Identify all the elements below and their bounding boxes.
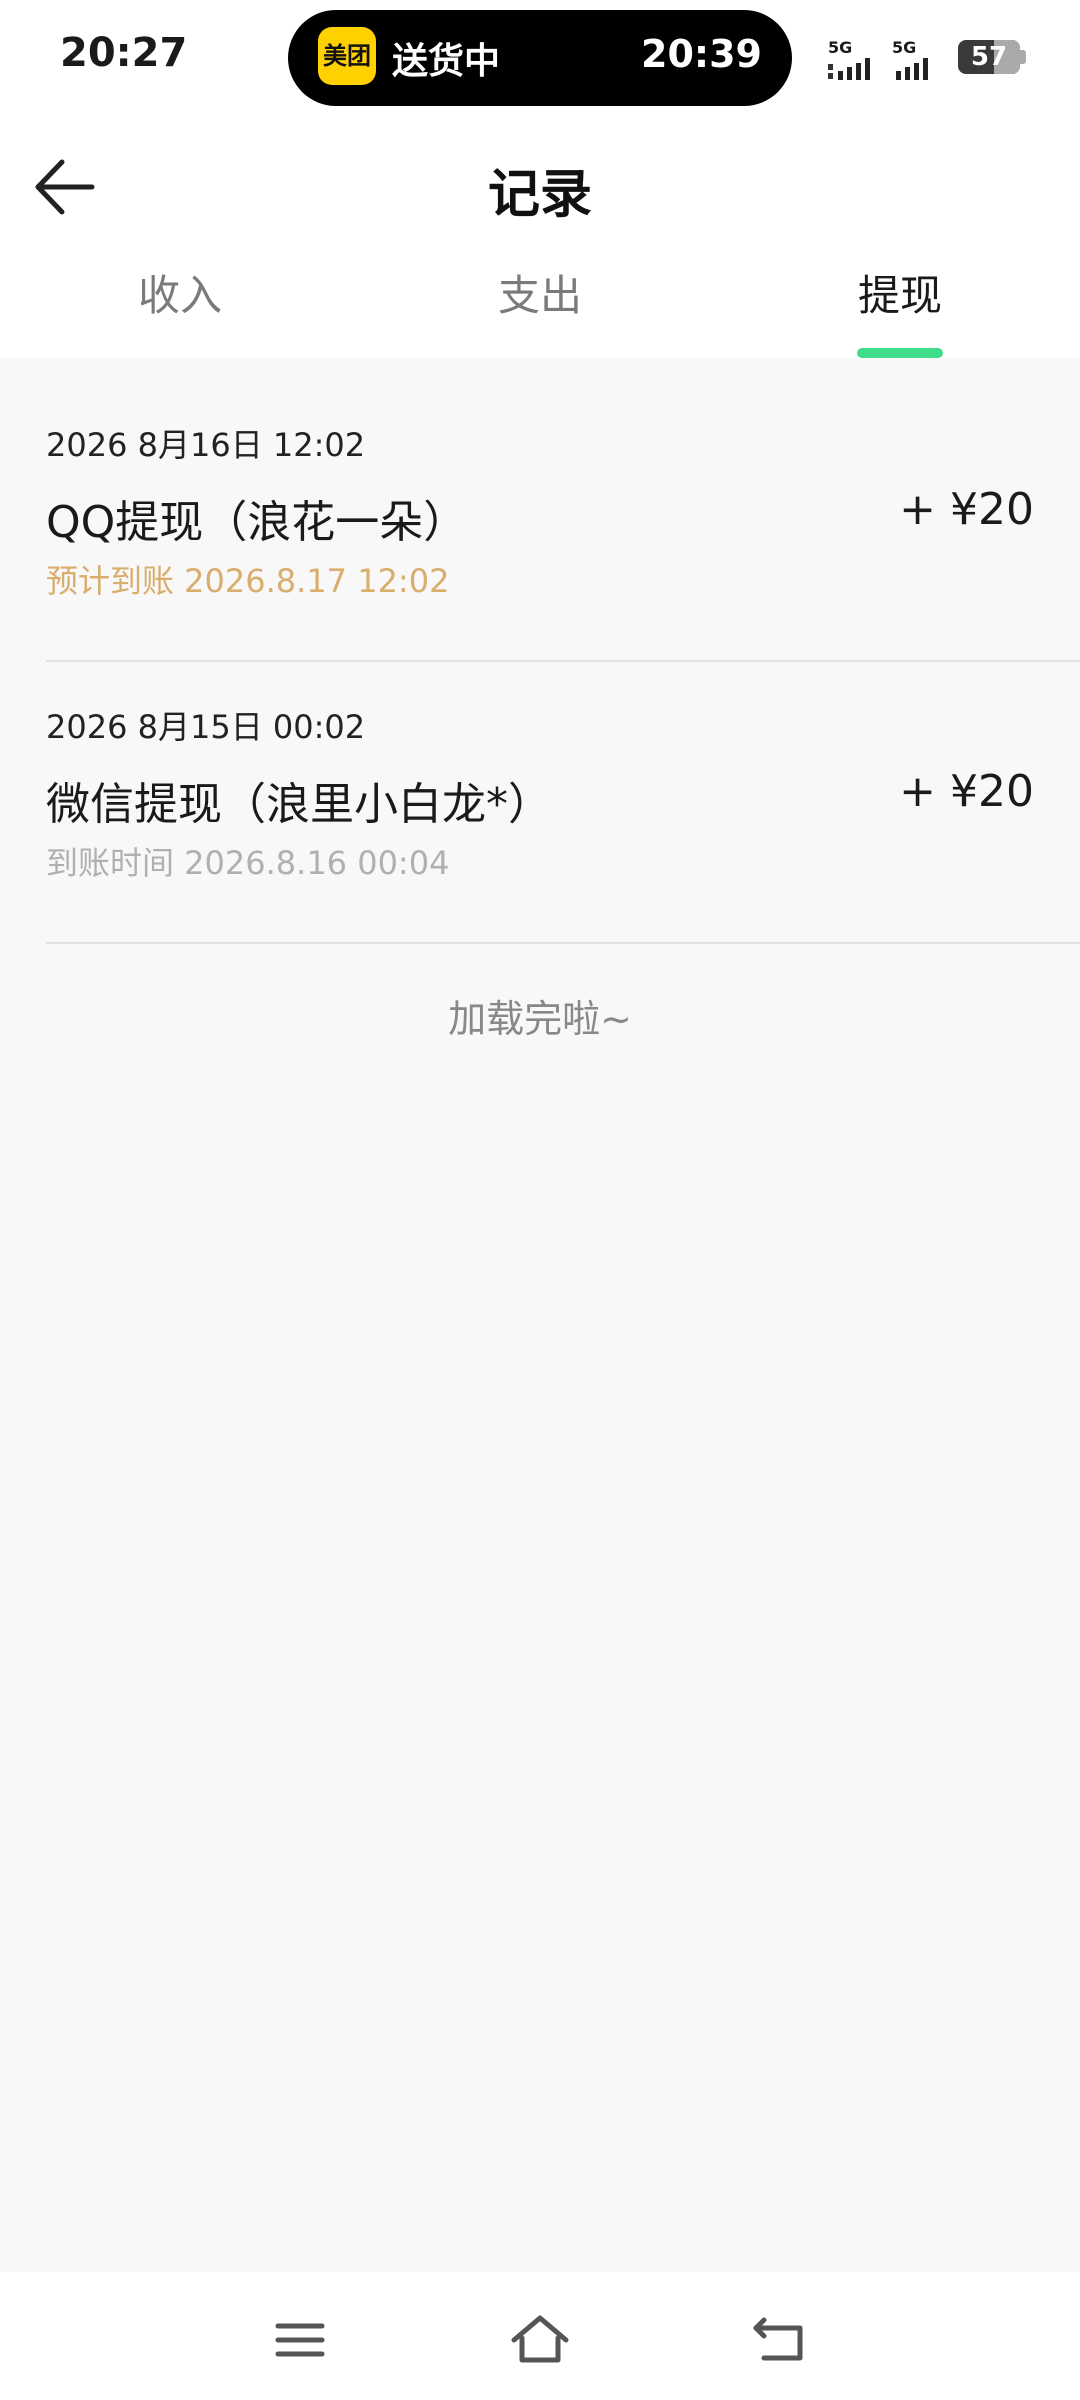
island-status-text: 送货中 <box>392 41 501 82</box>
menu-icon <box>275 2323 325 2357</box>
battery-icon: 57 <box>958 40 1020 74</box>
back-icon <box>753 2317 803 2361</box>
tab-expense[interactable]: 支出 <box>440 262 640 323</box>
system-nav-bar <box>0 2272 1080 2400</box>
home-icon <box>511 2315 569 2363</box>
back-button[interactable] <box>30 152 100 222</box>
back-nav-button[interactable] <box>750 2312 810 2368</box>
active-tab-indicator <box>857 348 943 358</box>
tab-income[interactable]: 收入 <box>80 262 280 323</box>
record-amount: + ¥20 <box>899 484 1034 535</box>
menu-button[interactable] <box>270 2312 330 2368</box>
record-expected-arrival: 预计到账 2026.8.17 12:02 <box>46 562 450 600</box>
battery-level: 57 <box>970 42 1008 72</box>
record-date: 2026 8月15日 00:02 <box>46 708 366 746</box>
status-bar: 20:27 美团 送货中 20:39 5G 5G 57 <box>0 0 1080 116</box>
meituan-logo-icon: 美团 <box>318 27 376 85</box>
status-time: 20:27 <box>60 30 188 76</box>
battery-tip <box>1020 50 1026 64</box>
dynamic-island[interactable]: 美团 送货中 20:39 <box>288 10 792 106</box>
signal-bars-icon <box>828 58 870 80</box>
home-button[interactable] <box>510 2312 570 2368</box>
list-end-text: 加载完啦~ <box>448 997 632 1041</box>
record-title: QQ提现（浪花一朵） <box>46 497 468 548</box>
island-time: 20:39 <box>641 32 762 76</box>
arrow-left-icon <box>35 159 95 215</box>
record-arrival-time: 到账时间 2026.8.16 00:04 <box>46 844 450 882</box>
list-item[interactable]: 2026 8月15日 00:02 微信提现（浪里小白龙*） + ¥20 到账时间… <box>46 662 1080 944</box>
list-item[interactable]: 2026 8月16日 12:02 QQ提现（浪花一朵） + ¥20 预计到账 2… <box>46 380 1080 662</box>
record-date: 2026 8月16日 12:02 <box>46 426 366 464</box>
signal-bars-icon <box>896 58 928 80</box>
screen: 20:27 美团 送货中 20:39 5G 5G 57 记录 收入 支出 提现 … <box>0 0 1080 2400</box>
tab-withdraw[interactable]: 提现 <box>800 262 1000 323</box>
record-title: 微信提现（浪里小白龙*） <box>46 779 552 830</box>
record-amount: + ¥20 <box>899 766 1034 817</box>
